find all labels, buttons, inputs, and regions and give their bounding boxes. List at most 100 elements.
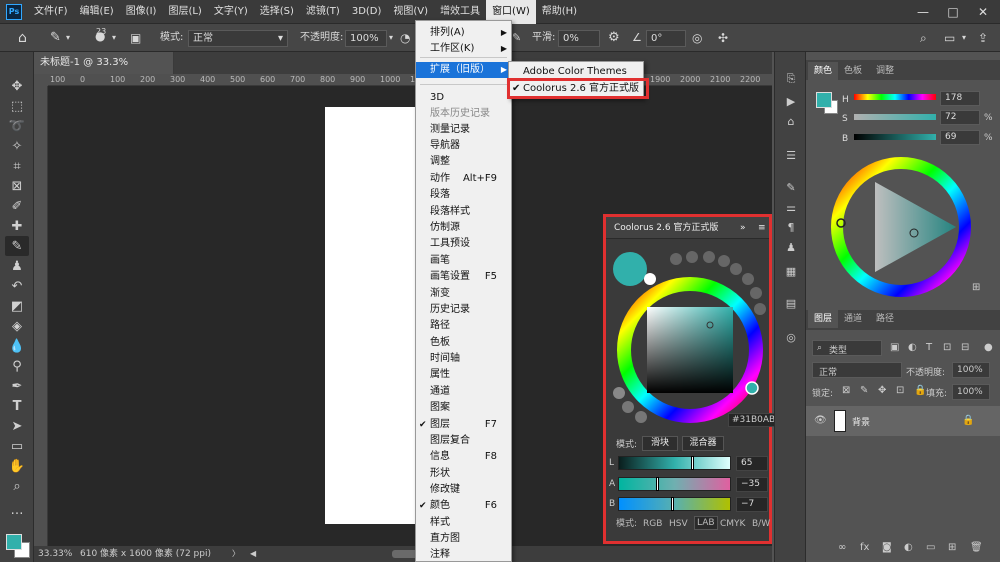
blend-mode-select[interactable]: 正常: [812, 362, 902, 378]
menu-item-window[interactable]: 渐变: [416, 286, 511, 302]
magic-wand-tool-icon[interactable]: ✧: [5, 136, 29, 156]
more-tools-icon[interactable]: …: [5, 500, 29, 520]
frame-tool-icon[interactable]: ⊠: [5, 176, 29, 196]
clone-source-icon[interactable]: ♟: [781, 238, 801, 256]
menu-item-window[interactable]: 通道: [416, 384, 511, 400]
menu-item-window[interactable]: 调整: [416, 154, 511, 170]
menu-item-window[interactable]: 修改键: [416, 482, 511, 498]
hand-tool-icon[interactable]: ✋: [5, 456, 29, 476]
pressure-opacity-icon[interactable]: ◔: [400, 24, 410, 52]
zoom-tool-icon[interactable]: ⌕: [5, 476, 29, 496]
document-tab[interactable]: 未标题-1 @ 33.3%(RGB/8#)✕: [34, 52, 174, 90]
slider-l-track[interactable]: [618, 456, 731, 470]
layer-name[interactable]: 背景: [852, 415, 870, 428]
filter-smart-icon[interactable]: ⊟: [961, 342, 969, 353]
menu-layer[interactable]: 图层(L): [162, 0, 207, 24]
layer-opacity-input[interactable]: 100%: [952, 362, 990, 378]
menu-item-window[interactable]: 图层复合: [416, 433, 511, 449]
link-layers-icon[interactable]: ∞: [838, 542, 846, 553]
slider-b-track[interactable]: [618, 497, 731, 511]
slider-a-thumb[interactable]: [656, 477, 659, 491]
slider-b-thumb[interactable]: [671, 497, 674, 511]
layer-row[interactable]: 👁 背景 🔒: [806, 406, 1000, 436]
add-mask-icon[interactable]: ◙: [882, 542, 892, 553]
home-icon[interactable]: ⌂: [18, 24, 27, 52]
menu-item-window[interactable]: 样式: [416, 515, 511, 531]
menu-item-window[interactable]: 历史记录: [416, 302, 511, 318]
clone-stamp-tool-icon[interactable]: ♟: [5, 256, 29, 276]
menu-filter[interactable]: 滤镜(T): [300, 0, 346, 24]
menu-item-window[interactable]: ✔ 图层 F7: [416, 417, 511, 433]
filter-pixel-icon[interactable]: ▣: [890, 342, 899, 353]
eyedropper-tool-icon[interactable]: ✐: [5, 196, 29, 216]
group-icon[interactable]: ▭: [926, 542, 935, 553]
hue-value[interactable]: 178: [940, 91, 980, 106]
lock-image-icon[interactable]: ✎: [860, 385, 868, 396]
lock-all-icon[interactable]: 🔒: [914, 385, 926, 396]
coolorus-strip-icon[interactable]: ◎: [781, 328, 801, 346]
move-tool-icon[interactable]: ✥: [5, 76, 29, 96]
brightness-value[interactable]: 69: [940, 130, 980, 145]
menu-item-window[interactable]: 形状: [416, 466, 511, 482]
brush-preset-icon[interactable]: ✎: [50, 24, 61, 52]
menu-item-window[interactable]: 工作区(K) ▶: [416, 41, 511, 57]
color-model-lab[interactable]: LAB: [694, 516, 718, 530]
menu-help[interactable]: 帮助(H): [536, 0, 583, 24]
rectangle-tool-icon[interactable]: ▭: [5, 436, 29, 456]
foreground-color-swatch-front[interactable]: [6, 534, 22, 550]
fx-icon[interactable]: fx: [860, 542, 869, 553]
flow-icon[interactable]: ✎: [512, 24, 521, 52]
hue-slider[interactable]: [854, 94, 936, 100]
opacity-input[interactable]: 100%: [345, 30, 387, 47]
menu-item-window[interactable]: 图案: [416, 400, 511, 416]
status-chevron-icon[interactable]: 〉: [232, 546, 240, 562]
minimize-button[interactable]: —: [908, 0, 938, 24]
menu-item-window[interactable]: 工具预设: [416, 236, 511, 252]
hue-wheel[interactable]: [830, 156, 972, 298]
smoothing-input[interactable]: 0%: [558, 30, 600, 47]
color-model-hsv[interactable]: HSV: [669, 518, 688, 530]
paint-bucket-tool-icon[interactable]: ◈: [5, 316, 29, 336]
chevron-down-icon[interactable]: ▾: [962, 24, 966, 52]
document-canvas[interactable]: [325, 107, 415, 524]
filter-shape-icon[interactable]: ⊡: [943, 342, 951, 353]
menu-item-window[interactable]: 动作 Alt+F9: [416, 171, 511, 187]
menu-item-window[interactable]: 信息 F8: [416, 449, 511, 465]
lock-icon[interactable]: 🔒: [962, 415, 974, 426]
slider-mode-button[interactable]: 滑块: [642, 436, 678, 451]
menu-item-window[interactable]: 画笔设置 F5: [416, 269, 511, 285]
crop-tool-icon[interactable]: ⌗: [5, 156, 29, 176]
brushes-icon[interactable]: ✎: [781, 178, 801, 196]
saturation-value[interactable]: 72: [940, 110, 980, 125]
trash-icon[interactable]: 🗑: [970, 542, 983, 553]
foreground-color-swatch-front[interactable]: [816, 92, 832, 108]
lock-artboard-icon[interactable]: ⊡: [896, 385, 904, 396]
brush-tip-icon[interactable]: ●: [95, 22, 105, 50]
menu-item-window[interactable]: 时间轴: [416, 351, 511, 367]
chevron-down-icon[interactable]: ▾: [389, 24, 393, 52]
brush-settings-icon[interactable]: ▣: [130, 24, 141, 52]
chevron-down-icon[interactable]: ▾: [112, 24, 116, 52]
menu-image[interactable]: 图像(I): [120, 0, 163, 24]
menu-item-window[interactable]: 段落样式: [416, 204, 511, 220]
brush-tool-icon[interactable]: ✎: [5, 236, 29, 256]
slider-b-value[interactable]: −7: [736, 497, 768, 512]
tab-layers[interactable]: 图层: [808, 310, 839, 328]
marquee-tool-icon[interactable]: ⬚: [5, 96, 29, 116]
menu-file[interactable]: 文件(F): [28, 0, 74, 24]
pen-tool-icon[interactable]: ✒: [5, 376, 29, 396]
slider-l-thumb[interactable]: [691, 456, 694, 470]
path-selection-tool-icon[interactable]: ➤: [5, 416, 29, 436]
menu-item-window[interactable]: 仿制源: [416, 220, 511, 236]
filter-adjustment-icon[interactable]: ◐: [908, 342, 917, 353]
mixer-mode-button[interactable]: 混合器: [682, 436, 724, 451]
menu-item-window[interactable]: 导航器: [416, 138, 511, 154]
eraser-tool-icon[interactable]: ◩: [5, 296, 29, 316]
layer-filter-select[interactable]: ⌕ 类型: [812, 340, 882, 356]
lasso-tool-icon[interactable]: ➰: [5, 116, 29, 136]
blur-tool-icon[interactable]: 💧: [5, 336, 29, 356]
paragraph-icon[interactable]: ¶: [781, 218, 801, 236]
menu-item-window[interactable]: 属性: [416, 367, 511, 383]
panel-menu-icon[interactable]: ≡: [758, 217, 766, 239]
tool-presets-icon[interactable]: ⌂: [781, 112, 801, 130]
